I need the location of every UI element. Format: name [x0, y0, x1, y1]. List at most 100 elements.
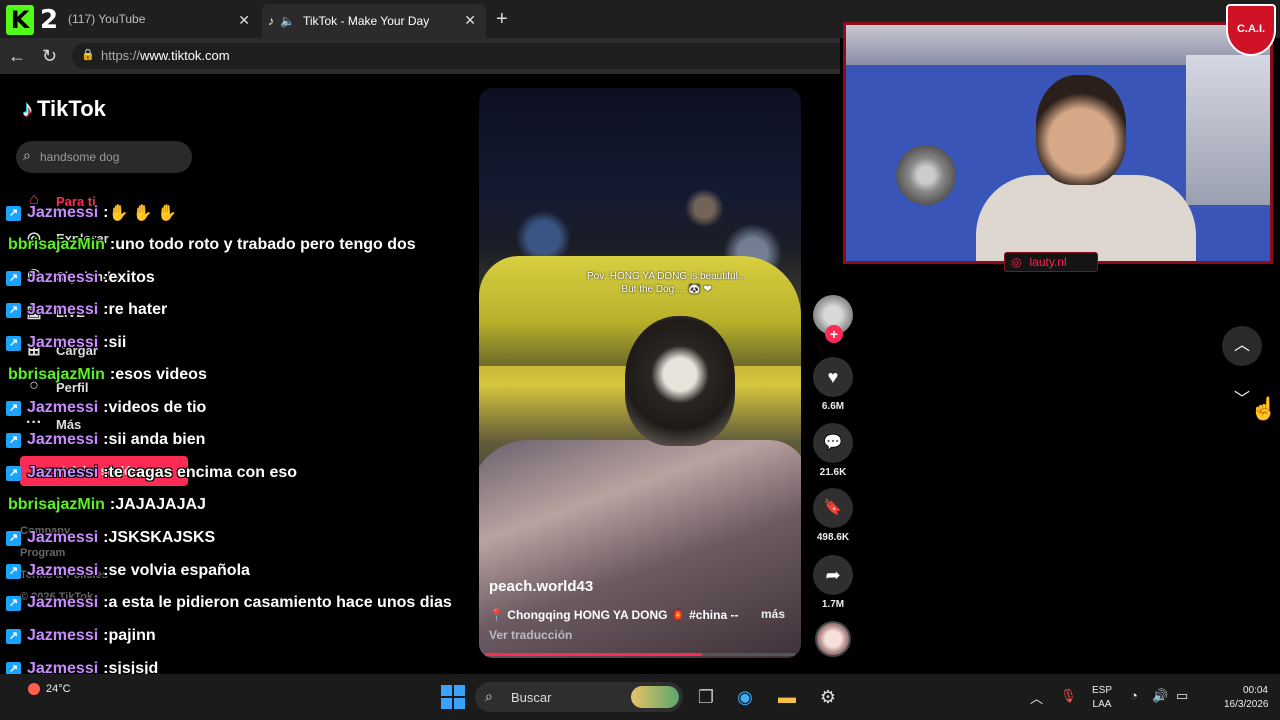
search-highlight-icon [631, 686, 679, 708]
chat-text: JAJAJAJAJ [115, 496, 206, 513]
url-field[interactable]: 🔒 https://www.tiktok.com [72, 43, 840, 69]
chat-message: ↗ Jazmessi: te cagas encima con eso [6, 458, 297, 488]
volume-icon[interactable]: 🔊 [1152, 688, 1168, 704]
chat-username[interactable]: Jazmessi [27, 334, 98, 352]
chat-badge-icon: ↗ [6, 400, 21, 416]
weather-widget[interactable]: 24°C [28, 683, 71, 695]
windows-start-icon[interactable] [441, 685, 465, 709]
close-icon[interactable]: ✕ [238, 12, 250, 29]
url-host: www.tiktok.com [140, 48, 230, 63]
chat-text: re hater [108, 301, 168, 318]
chat-badge-icon: ↗ [6, 530, 21, 546]
tab-youtube[interactable]: (117) YouTube ✕ [62, 4, 260, 34]
webcam-feed [843, 22, 1273, 264]
chat-username[interactable]: Jazmessi [27, 399, 98, 417]
wifi-icon[interactable]: ◔ [1130, 688, 1138, 703]
search-placeholder: handsome dog [40, 150, 120, 164]
webcam-streamer-body [976, 175, 1196, 261]
chat-text: esos videos [115, 366, 207, 383]
chat-username[interactable]: Jazmessi [27, 431, 98, 449]
chat-username[interactable]: bbrisajazMin [8, 366, 105, 384]
streamer-social-tag: ◎ lauty.nl [1004, 252, 1098, 272]
chat-message: ↗ Jazmessi: re hater [6, 295, 167, 325]
task-view-icon[interactable]: ❐ [694, 685, 718, 709]
stream-chat: ↗ Jazmessi: ✋ ✋ ✋ bbrisajazMin: uno todo r… [0, 200, 480, 720]
comment-button[interactable]: 💬 21.6K [813, 423, 853, 478]
chat-text: te cagas encima con eso [108, 464, 298, 481]
video-progress-bar[interactable] [485, 653, 795, 656]
chat-badge-icon: ↗ [6, 270, 21, 286]
chat-username[interactable]: Jazmessi [27, 627, 98, 645]
chat-username[interactable]: Jazmessi [27, 464, 98, 482]
translate-link[interactable]: Ver traducción [489, 628, 572, 642]
hand-cursor-icon: ☝ [1250, 396, 1278, 421]
lock-icon: 🔒 [81, 49, 95, 61]
kick-logo-number: 2 [40, 5, 59, 35]
chevron-up-icon: ︿ [1233, 337, 1250, 354]
share-icon: ➦ [813, 555, 853, 595]
chat-text: ✋ ✋ ✋ [108, 205, 178, 222]
clock-time: 00:04 [1242, 685, 1268, 696]
instagram-icon: ◎ [1011, 255, 1022, 269]
chat-username[interactable]: Jazmessi [27, 269, 98, 287]
back-icon[interactable]: ← [8, 46, 26, 67]
tab-tiktok[interactable]: ♪ 🔈 TikTok - Make Your Day ✕ [262, 4, 486, 38]
chevron-up-icon[interactable]: ︿ [1030, 688, 1043, 707]
search-input[interactable]: ⌕ handsome dog [16, 141, 192, 173]
new-tab-button[interactable]: + [496, 8, 508, 31]
chat-message: bbrisajazMin: esos videos [8, 360, 207, 390]
more-link[interactable]: más [761, 607, 785, 621]
webcam-window [1186, 55, 1270, 205]
chat-username[interactable]: Jazmessi [27, 529, 98, 547]
taskbar-search[interactable]: ⌕ Buscar [475, 682, 683, 712]
streamer-handle: lauty.nl [1029, 255, 1067, 269]
video-overlay-caption-line: But the Dog.... 🐼 ❤ [621, 284, 712, 295]
url-scheme: https:// [101, 48, 141, 63]
chat-badge-icon: ↗ [6, 302, 21, 318]
kick-logo: K 2 [6, 5, 60, 35]
share-count: 1.7M [821, 599, 845, 610]
follow-plus-icon[interactable]: + [825, 325, 843, 343]
chat-username[interactable]: Jazmessi [27, 301, 98, 319]
chat-text: a esta le pidieron casamiento hace unos … [108, 594, 452, 611]
like-button[interactable]: ♥ 6.6M [813, 357, 853, 412]
chat-badge-icon: ↗ [6, 628, 21, 644]
chat-text: sii [108, 334, 127, 351]
clock-date: 16/3/2026 [1224, 699, 1269, 710]
save-button[interactable]: 🔖 498.6K [813, 488, 853, 543]
close-icon[interactable]: ✕ [464, 12, 476, 29]
chat-badge-icon: ↗ [6, 335, 21, 351]
chat-username[interactable]: Jazmessi [27, 562, 98, 580]
chat-username[interactable]: Jazmessi [27, 594, 98, 612]
file-explorer-icon[interactable]: ▬ [775, 685, 799, 709]
taskbar-search-label: Buscar [511, 690, 552, 705]
video-description: 📍 Chongqing HONG YA DONG 🏮 #china -- [489, 608, 739, 622]
app-icon[interactable]: ⚙ [816, 685, 840, 709]
system-clock[interactable]: 00:04 16/3/2026 [1224, 684, 1269, 712]
chevron-down-icon: ﹀ [1233, 391, 1250, 408]
tiktok-tab-icon: ♪ [268, 14, 274, 28]
chat-message: ↗ Jazmessi: sii [6, 328, 126, 358]
address-bar: ← ↻ 🔒 https://www.tiktok.com [0, 38, 840, 74]
chat-username[interactable]: Jazmessi [27, 204, 98, 222]
microphone-icon[interactable]: 🎙 [1060, 688, 1077, 704]
heart-icon: ♥ [813, 357, 853, 397]
previous-video-button[interactable]: ︿ [1222, 326, 1262, 366]
language-layout: LAA [1092, 699, 1112, 710]
comment-count: 21.6K [819, 467, 847, 478]
chat-username[interactable]: bbrisajazMin [8, 496, 105, 514]
reload-icon[interactable]: ↻ [42, 46, 57, 67]
chat-username[interactable]: bbrisajazMin [8, 236, 105, 254]
tiktok-logo[interactable]: ♪ TikTok [22, 96, 106, 122]
weather-temp: 24°C [46, 683, 71, 695]
battery-icon[interactable]: ▭ [1176, 688, 1188, 704]
music-disc[interactable] [815, 621, 851, 657]
language-indicator[interactable]: ESP LAA [1092, 684, 1112, 712]
video-username[interactable]: peach.world43 [489, 578, 593, 595]
speaker-icon[interactable]: 🔈 [280, 14, 295, 28]
share-button[interactable]: ➦ 1.7M [813, 555, 853, 610]
chat-message: ↗ Jazmessi: ✋ ✋ ✋ [6, 200, 177, 228]
chat-message: ↗ Jazmessi: se volvia española [6, 556, 250, 586]
edge-browser-icon[interactable]: ◉ [733, 685, 757, 709]
video-player[interactable]: Pov: HONG YA DONG is beautiful... But th… [479, 88, 801, 658]
